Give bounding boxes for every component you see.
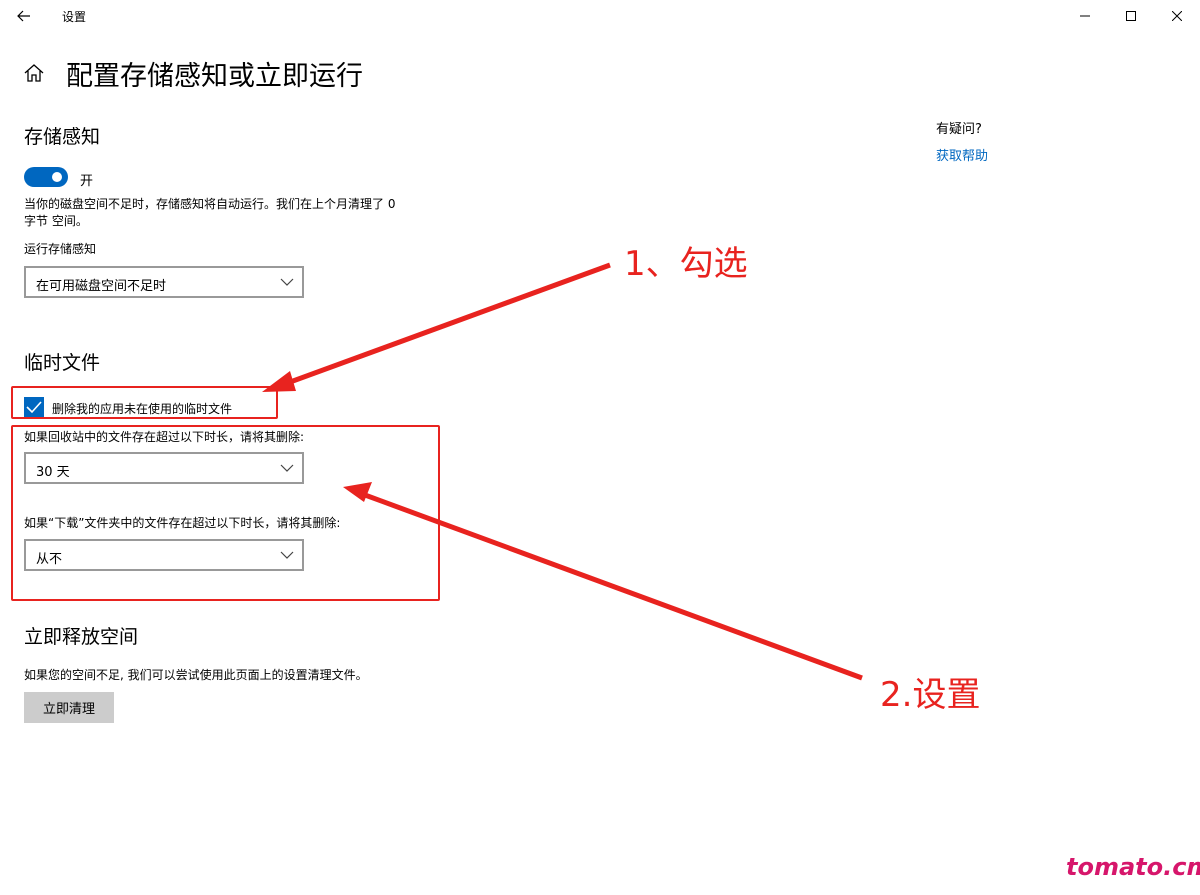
- annotation-arrows: [262, 262, 863, 681]
- annotation-step-2: 2.设置: [880, 675, 981, 715]
- annotation-step-1: 1、勾选: [624, 244, 748, 284]
- arrow-head-2: [343, 482, 372, 502]
- watermark: tomato.cm: [1066, 853, 1200, 881]
- arrow-line-2: [364, 492, 863, 681]
- arrow-head-1: [262, 371, 296, 392]
- arrow-line-1: [281, 262, 611, 388]
